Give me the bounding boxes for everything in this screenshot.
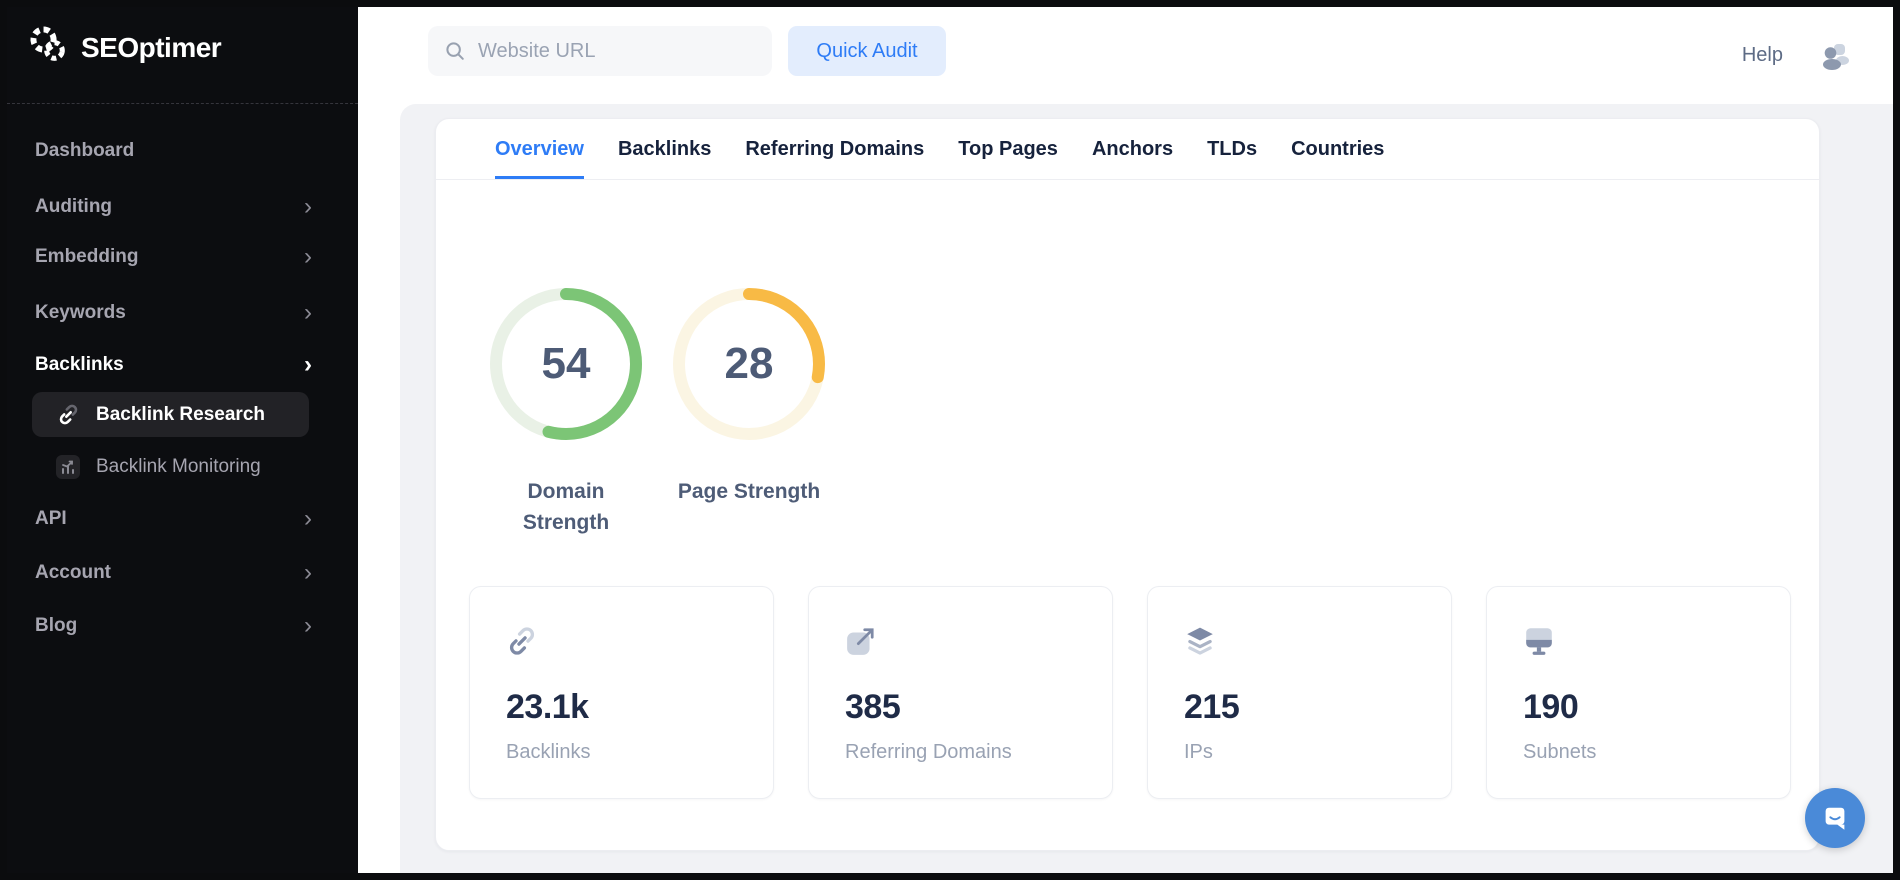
- layers-icon: [1184, 625, 1216, 657]
- sidebar-item-backlinks[interactable]: Backlinks ›: [35, 345, 340, 385]
- tab-top-pages[interactable]: Top Pages: [958, 119, 1058, 179]
- app-window: SEOptimer Dashboard Auditing › Embedding…: [7, 7, 1893, 873]
- sidebar-item-api[interactable]: API ›: [35, 499, 340, 539]
- backlinks-label: Backlinks: [506, 741, 591, 763]
- sidebar-item-label: Backlinks: [35, 354, 124, 375]
- subnets-stat-card: 190 Subnets: [1486, 586, 1791, 799]
- sidebar-item-backlink-research[interactable]: Backlink Research: [32, 392, 309, 437]
- page-strength-value: 28: [724, 339, 774, 388]
- link-icon: [56, 403, 80, 427]
- content-area: Overview Backlinks Referring Domains Top…: [358, 104, 1893, 873]
- sidebar-item-label: Auditing: [35, 196, 113, 217]
- sidebar-item-keywords[interactable]: Keywords ›: [35, 293, 340, 333]
- tab-bar: Overview Backlinks Referring Domains Top…: [436, 119, 1819, 180]
- domain-strength-value: 54: [541, 339, 591, 388]
- sidebar-item-label: Embedding: [35, 246, 139, 267]
- referring-domains-label: Referring Domains: [845, 741, 1012, 763]
- backlinks-count: 23.1k: [506, 688, 589, 726]
- tab-overview[interactable]: Overview: [495, 119, 584, 179]
- chevron-right-icon: ›: [304, 299, 312, 326]
- stats-row: 23.1k Backlinks 385 Referring Domains 21…: [469, 586, 1791, 799]
- logo-text: SEOptimer: [81, 31, 222, 63]
- sidebar-item-backlink-monitoring[interactable]: Backlink Monitoring: [32, 444, 309, 489]
- page-strength-label: Page Strength: [677, 480, 821, 503]
- quick-audit-button[interactable]: Quick Audit: [788, 26, 946, 76]
- topbar: Quick Audit Help: [358, 7, 1893, 104]
- website-url-search: [428, 26, 772, 76]
- chevron-right-icon: ›: [304, 505, 312, 532]
- sidebar-item-account[interactable]: Account ›: [35, 553, 340, 593]
- users-icon: [1819, 40, 1851, 72]
- link-icon: [506, 625, 538, 657]
- backlinks-stat-card: 23.1k Backlinks: [469, 586, 774, 799]
- sidebar-item-label: Dashboard: [35, 140, 135, 161]
- sidebar-subitem-label: Backlink Monitoring: [96, 455, 261, 477]
- page-strength-gauge: 28: [671, 286, 827, 442]
- referring-domains-count: 385: [845, 688, 901, 726]
- chevron-right-icon: ›: [304, 243, 312, 270]
- sidebar-item-dashboard[interactable]: Dashboard: [35, 131, 340, 171]
- tab-referring-domains[interactable]: Referring Domains: [745, 119, 924, 179]
- sidebar-item-label: Account: [35, 562, 111, 583]
- search-icon: [444, 40, 466, 62]
- chart-monitor-icon: [56, 454, 80, 479]
- sidebar-divider: [7, 103, 358, 104]
- sidebar-item-blog[interactable]: Blog ›: [35, 606, 340, 646]
- sidebar-item-embedding[interactable]: Embedding ›: [35, 237, 340, 277]
- chat-widget-button[interactable]: [1805, 788, 1865, 848]
- seoptimer-logo[interactable]: SEOptimer: [27, 23, 222, 72]
- sidebar-item-label: API: [35, 508, 67, 529]
- chevron-right-icon: ›: [304, 351, 312, 378]
- chevron-right-icon: ›: [304, 559, 312, 586]
- chevron-right-icon: ›: [304, 193, 312, 220]
- gear-logo-icon: [27, 23, 71, 72]
- subnets-label: Subnets: [1523, 741, 1597, 763]
- domain-strength-label: Domain Strength: [522, 480, 610, 534]
- help-link[interactable]: Help: [1742, 7, 1783, 104]
- help-label: Help: [1741, 44, 1783, 66]
- domain-strength-gauge: 54: [488, 286, 644, 442]
- tab-countries[interactable]: Countries: [1291, 119, 1384, 179]
- tab-tlds[interactable]: TLDs: [1207, 119, 1257, 179]
- sidebar-item-auditing[interactable]: Auditing ›: [35, 187, 340, 227]
- ips-count: 215: [1184, 688, 1240, 726]
- search-input[interactable]: [478, 39, 756, 63]
- tab-anchors[interactable]: Anchors: [1092, 119, 1173, 179]
- monitor-icon: [1523, 625, 1555, 657]
- chevron-right-icon: ›: [304, 612, 312, 639]
- content-background-panel: Overview Backlinks Referring Domains Top…: [400, 104, 1893, 873]
- sidebar-item-label: Keywords: [35, 302, 126, 323]
- ips-label: IPs: [1184, 741, 1213, 763]
- ips-stat-card: 215 IPs: [1147, 586, 1452, 799]
- chat-bubble-icon: [1820, 803, 1850, 833]
- subnets-count: 190: [1523, 688, 1579, 726]
- referring-domains-stat-card: 385 Referring Domains: [808, 586, 1113, 799]
- tab-backlinks[interactable]: Backlinks: [618, 119, 711, 179]
- backlink-overview-card: Overview Backlinks Referring Domains Top…: [435, 118, 1820, 851]
- user-menu[interactable]: [1819, 7, 1851, 104]
- sidebar: SEOptimer Dashboard Auditing › Embedding…: [7, 7, 358, 873]
- sidebar-item-label: Blog: [35, 615, 78, 636]
- sidebar-subitem-label: Backlink Research: [96, 403, 265, 425]
- external-link-icon: [845, 625, 877, 657]
